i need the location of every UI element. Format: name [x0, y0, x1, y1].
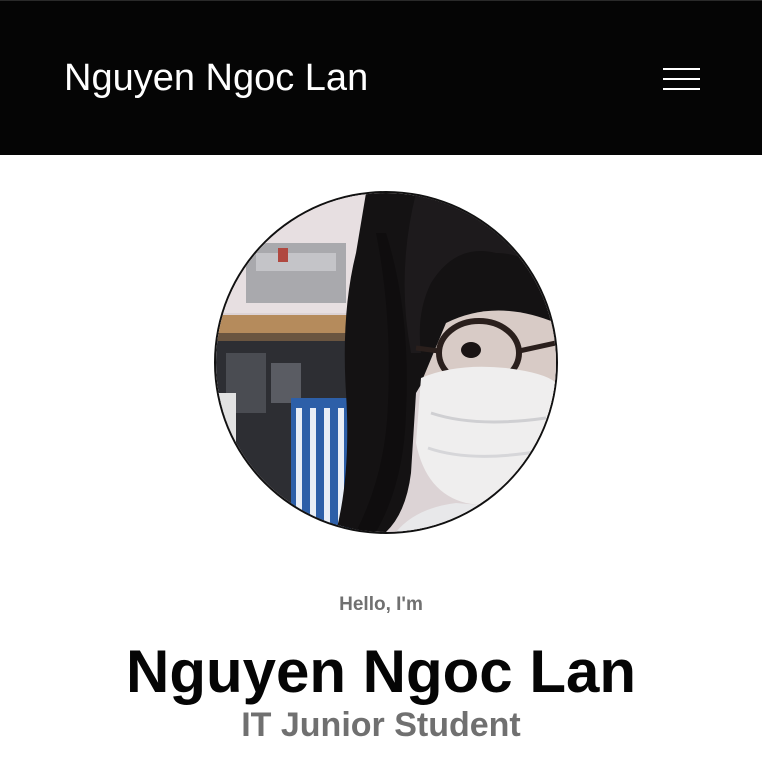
menu-bar-line [663, 68, 700, 70]
portfolio-page: Nguyen Ngoc Lan Hello, I'm Nguyen Ngoc L… [0, 0, 762, 772]
brand-link[interactable]: Nguyen Ngoc Lan [64, 56, 368, 100]
menu-bar-line [663, 78, 700, 80]
profile-name-heading: Nguyen Ngoc Lan [125, 638, 637, 705]
profile-photo [214, 191, 558, 534]
profile-photo-illustration [216, 193, 556, 532]
hamburger-menu-icon[interactable] [654, 61, 708, 99]
menu-bar-line [663, 88, 700, 90]
top-navbar: Nguyen Ngoc Lan [0, 0, 762, 155]
greeting-text: Hello, I'm [339, 594, 423, 615]
profile-role-subheading: IT Junior Student [241, 706, 521, 744]
